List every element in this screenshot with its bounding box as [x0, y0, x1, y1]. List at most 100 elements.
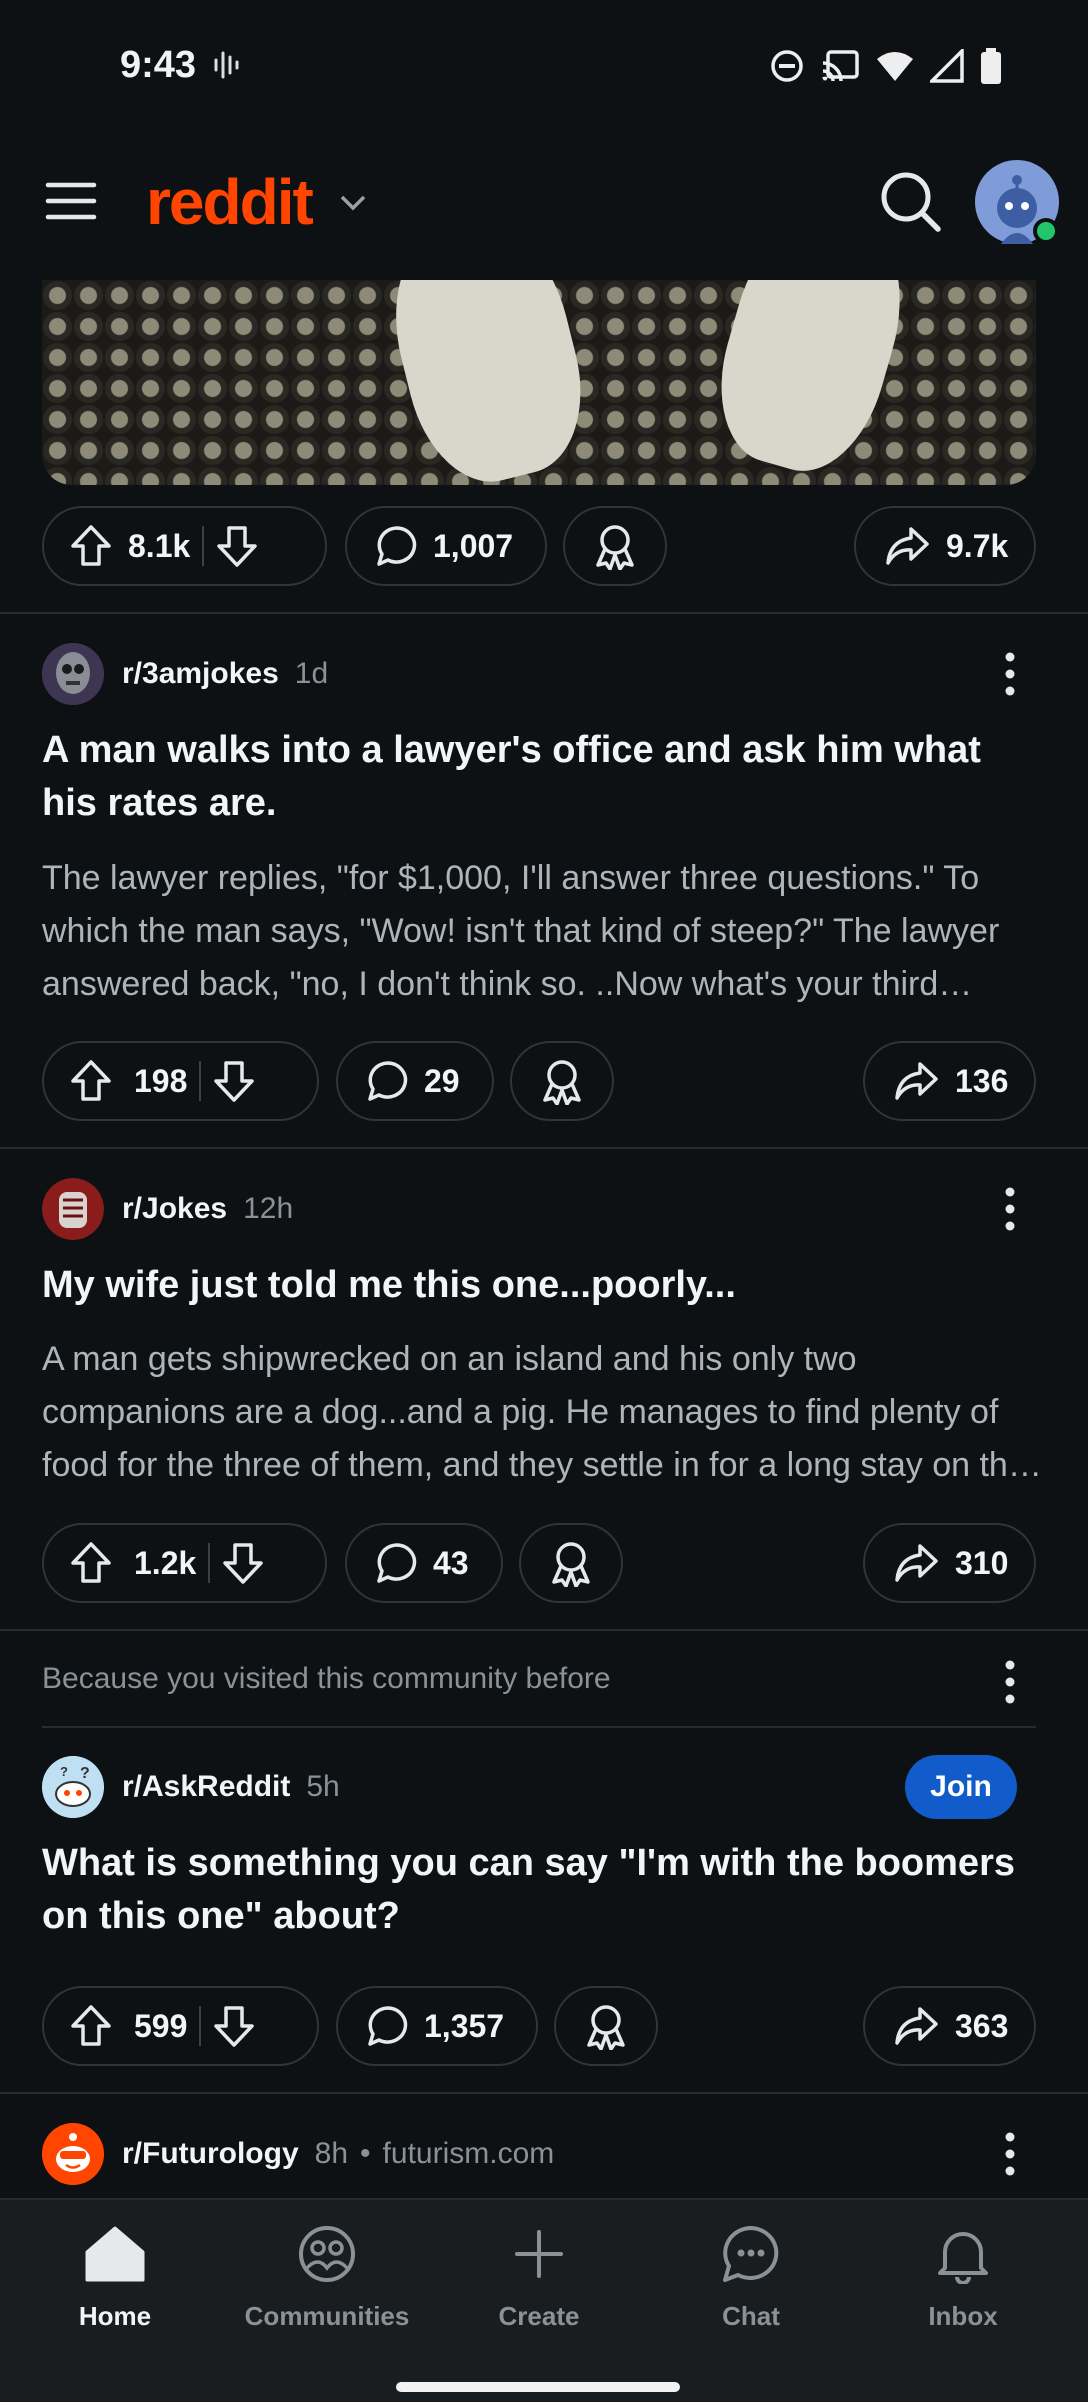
nav-inbox-label: Inbox [928, 2301, 998, 2331]
chevron-down-icon[interactable] [338, 193, 368, 213]
subreddit-name[interactable]: r/AskReddit [122, 1770, 290, 1804]
online-status-dot [1033, 218, 1059, 244]
post-image[interactable] [42, 280, 1036, 485]
nav-home-label: Home [78, 2301, 152, 2331]
vote-separator [202, 526, 205, 566]
vote-pill: 198 [42, 1041, 319, 1121]
share-button[interactable]: 9.7k [854, 506, 1036, 586]
comments-button[interactable]: 1,007 [345, 506, 547, 586]
nav-create-label: Create [498, 2301, 580, 2331]
bell-icon [938, 2232, 988, 2285]
more-options-icon[interactable] [1004, 1660, 1016, 1704]
subreddit-icon[interactable] [42, 643, 104, 705]
nav-inbox[interactable]: Inbox [873, 2224, 1053, 2332]
search-icon[interactable] [878, 169, 944, 235]
nav-chat[interactable]: Chat [661, 2224, 841, 2332]
nav-chat-label: Chat [722, 2301, 780, 2331]
share-icon [895, 1544, 938, 1582]
post-body[interactable]: The lawyer replies, "for $1,000, I'll an… [42, 852, 1042, 1011]
post-meta: r/3amjokes 1d [42, 642, 328, 706]
comments-button[interactable]: 1,357 [336, 1986, 538, 2066]
jokes-community-icon [42, 1178, 104, 1240]
home-gesture-bar[interactable] [396, 2382, 680, 2392]
svg-text:?: ? [60, 1764, 68, 1779]
status-time: 9:43 [120, 44, 197, 86]
award-button[interactable] [519, 1523, 623, 1603]
subreddit-icon[interactable]: ?? [42, 1756, 104, 1818]
post-age: 12h [243, 1192, 294, 1225]
subreddit-name[interactable]: r/3amjokes [122, 657, 279, 691]
shoe-left [373, 280, 601, 485]
comment-icon [377, 1543, 417, 1583]
subreddit-name[interactable]: r/Futurology [122, 2137, 299, 2171]
reddit-logo[interactable]: reddit [146, 165, 314, 239]
status-icons [770, 48, 1002, 84]
post-actions: 599 1,357 363 [42, 1986, 1046, 2070]
chat-icon [723, 2226, 779, 2282]
post-body[interactable]: A man gets shipwrecked on an island and … [42, 1333, 1042, 1492]
upvote-icon[interactable] [70, 1059, 112, 1103]
link-domain[interactable]: futurism.com [383, 2137, 555, 2171]
nav-home[interactable]: Home [25, 2224, 205, 2332]
share-count: 136 [955, 1062, 1009, 1099]
more-options-icon[interactable] [1004, 2132, 1016, 2176]
award-icon [552, 1542, 590, 1587]
award-button[interactable] [554, 1986, 658, 2066]
post-title[interactable]: What is something you can say "I'm with … [42, 1837, 1042, 1943]
downvote-icon[interactable] [222, 1541, 264, 1585]
post-divider [0, 1147, 1088, 1149]
menu-icon[interactable] [44, 179, 100, 223]
award-button[interactable] [563, 506, 667, 586]
post-title[interactable]: My wife just told me this one...poorly..… [42, 1259, 1042, 1312]
sound-wave-icon [214, 51, 239, 79]
award-icon [587, 2005, 625, 2050]
share-button[interactable]: 363 [863, 1986, 1036, 2066]
downvote-icon[interactable] [213, 1059, 255, 1103]
post-meta: ?? r/AskReddit 5h [42, 1755, 340, 1819]
meta-separator: • [360, 2137, 371, 2170]
vote-pill: 599 [42, 1986, 319, 2066]
post-age: 5h [306, 1770, 340, 1803]
status-bar: 9:43 [0, 0, 1088, 135]
share-count: 310 [955, 1544, 1009, 1581]
downvote-icon[interactable] [213, 2004, 255, 2048]
post-age: 1d [294, 657, 329, 690]
award-icon [543, 1060, 581, 1105]
comments-button[interactable]: 43 [345, 1523, 503, 1603]
upvote-icon[interactable] [70, 1541, 112, 1585]
plus-icon [515, 2230, 563, 2278]
svg-text:?: ? [80, 1765, 90, 1782]
post-age: 8h [314, 2137, 349, 2170]
award-button[interactable] [510, 1041, 614, 1121]
vote-separator [199, 2006, 202, 2046]
post-divider [0, 2092, 1088, 2094]
comments-button[interactable]: 29 [336, 1041, 494, 1121]
post-meta: r/Futurology 8h • futurism.com [42, 2122, 554, 2186]
nav-communities[interactable]: Communities [237, 2224, 417, 2332]
vote-pill: 8.1k [42, 506, 327, 586]
post-divider [0, 1629, 1088, 1631]
share-count: 9.7k [946, 527, 1009, 564]
share-button[interactable]: 136 [863, 1041, 1036, 1121]
upvote-icon[interactable] [70, 2004, 112, 2048]
upvote-icon[interactable] [70, 524, 112, 568]
post-actions: 1.2k 43 310 [42, 1523, 1046, 1607]
downvote-icon[interactable] [216, 524, 258, 568]
more-options-icon[interactable] [1004, 652, 1016, 696]
cast-icon [822, 50, 859, 82]
join-button[interactable]: Join [905, 1755, 1017, 1819]
subreddit-icon[interactable] [42, 2123, 104, 2185]
share-icon [895, 1062, 938, 1100]
avatar[interactable] [975, 160, 1059, 244]
recommendation-divider [42, 1726, 1036, 1728]
upvote-count: 198 [134, 1062, 188, 1099]
nav-create[interactable]: Create [449, 2224, 629, 2332]
subreddit-icon[interactable] [42, 1178, 104, 1240]
subreddit-name[interactable]: r/Jokes [122, 1192, 227, 1226]
post-meta: r/Jokes 12h [42, 1177, 293, 1241]
post-title[interactable]: A man walks into a lawyer's office and a… [42, 724, 1042, 830]
share-button[interactable]: 310 [863, 1523, 1036, 1603]
more-options-icon[interactable] [1004, 1187, 1016, 1231]
battery-icon [981, 48, 1001, 84]
upvote-count: 1.2k [134, 1544, 197, 1581]
